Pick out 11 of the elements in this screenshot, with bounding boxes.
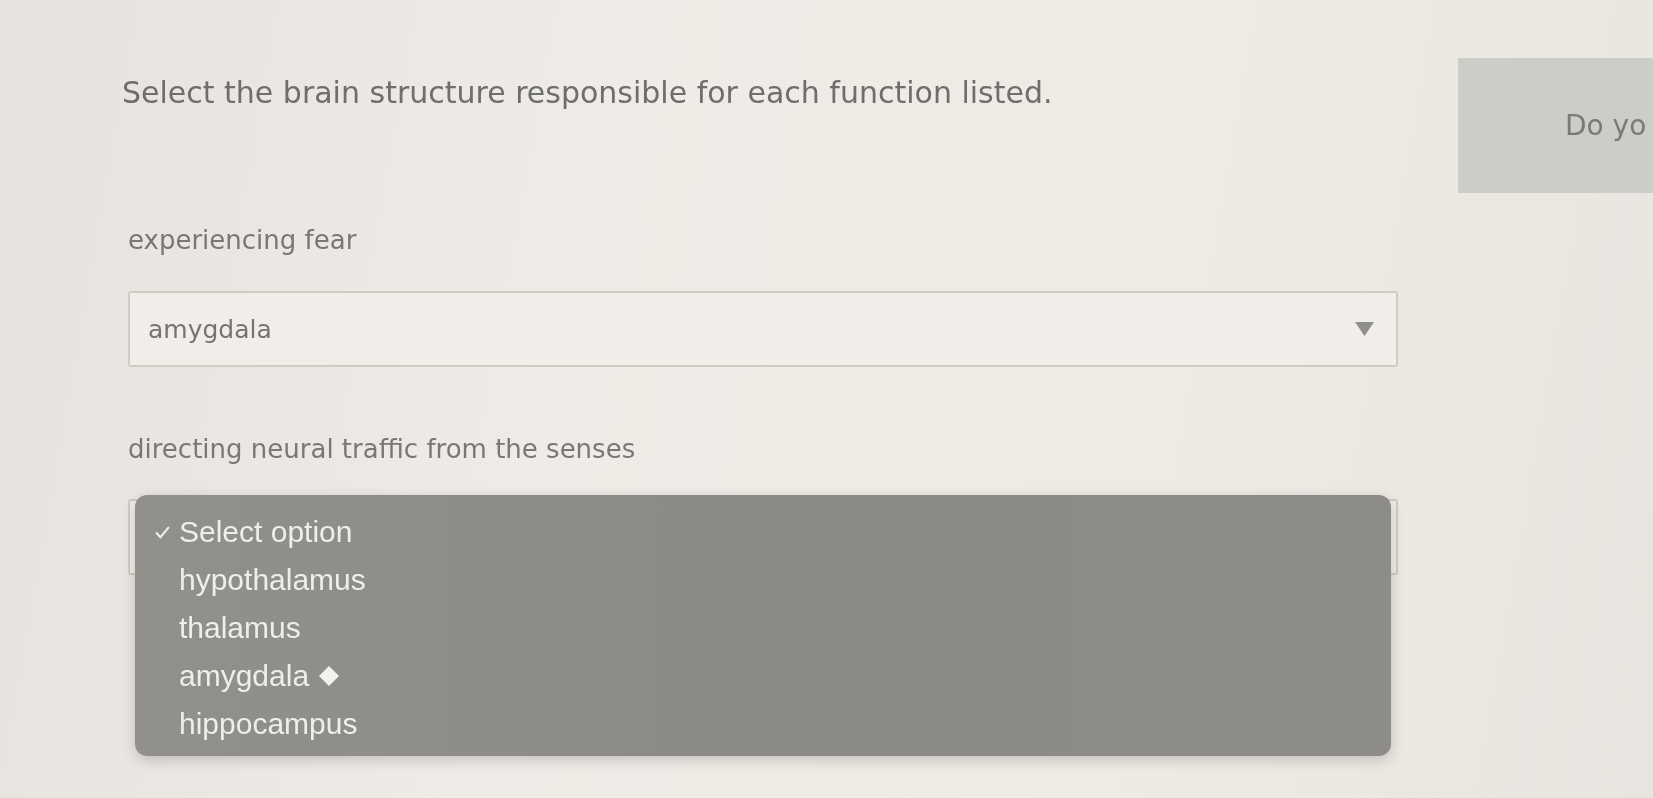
dropdown-option[interactable]: hypothalamus	[135, 556, 366, 604]
caret-icon	[1355, 322, 1374, 336]
dropdown-option[interactable]: Select option	[135, 508, 353, 556]
dropdown-option[interactable]: thalamus	[135, 604, 301, 652]
dropdown-option[interactable]: amygdala	[135, 652, 340, 700]
dropdown-option[interactable]: hippocampus	[135, 700, 358, 748]
question-prompt: directing neural traffic from the senses	[128, 433, 637, 466]
instruction-text: Select the brain structure responsible for each function listed.	[122, 74, 1054, 112]
side-panel-text: Do yo	[1565, 109, 1647, 142]
dropdown-field[interactable]: amygdala	[128, 291, 1398, 367]
question-prompt: experiencing fear	[128, 224, 358, 257]
